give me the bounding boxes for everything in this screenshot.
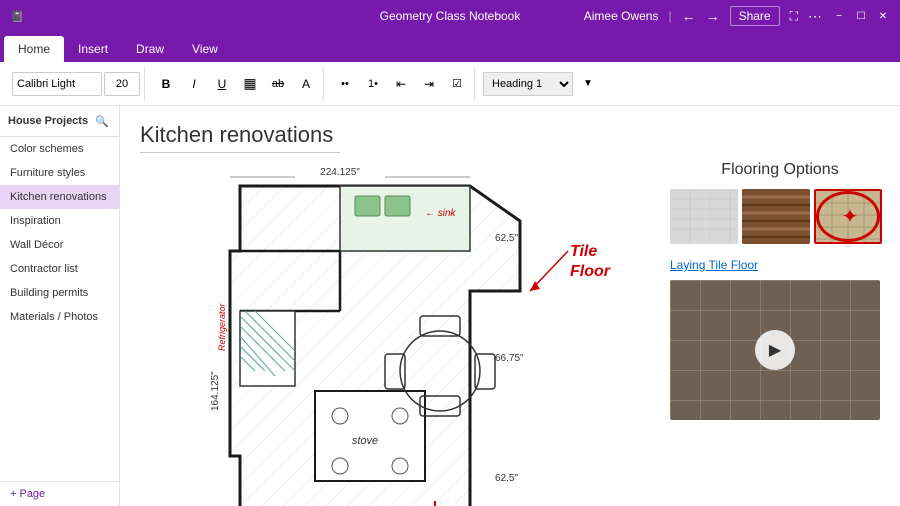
content-area: Kitchen renovations 224.125" 62.5" 66.75… bbox=[120, 106, 900, 506]
floor-marble[interactable] bbox=[670, 189, 738, 244]
maximize-btn[interactable]: ☐ bbox=[854, 9, 868, 23]
heading-group: Heading 1 Heading 2 Normal ▼ bbox=[479, 68, 605, 100]
main-layout: House Projects 🔍 Color schemes Furniture… bbox=[0, 106, 900, 506]
floor-tile[interactable]: ✦ bbox=[814, 189, 882, 244]
search-icon[interactable]: 🔍 bbox=[93, 112, 111, 130]
tab-draw[interactable]: Draw bbox=[122, 36, 178, 62]
add-page-btn[interactable]: + Page bbox=[0, 481, 119, 506]
floorplan-svg: 224.125" 62.5" 66.75" 62.5" 164.125" 224… bbox=[140, 161, 760, 506]
tab-home[interactable]: Home bbox=[4, 36, 64, 62]
video-thumbnail[interactable]: ▶ bbox=[670, 280, 880, 420]
sidebar: House Projects 🔍 Color schemes Furniture… bbox=[0, 106, 120, 506]
svg-text:Tile: Tile bbox=[570, 243, 597, 260]
sidebar-item-wall-decor[interactable]: Wall Décor bbox=[0, 233, 119, 257]
flooring-images: ✦ bbox=[670, 189, 890, 244]
svg-text:66.75": 66.75" bbox=[495, 353, 524, 364]
svg-text:224.125": 224.125" bbox=[320, 167, 360, 178]
tab-insert[interactable]: Insert bbox=[64, 36, 122, 62]
indent-decrease-btn[interactable]: ⇤ bbox=[388, 71, 414, 97]
page-title: Kitchen renovations bbox=[140, 122, 340, 153]
checkbox-btn[interactable]: ☑ bbox=[444, 71, 470, 97]
underline-btn[interactable]: U bbox=[209, 71, 235, 97]
play-button[interactable]: ▶ bbox=[755, 330, 795, 370]
sidebar-item-permits[interactable]: Building permits bbox=[0, 281, 119, 305]
font-group bbox=[8, 68, 145, 100]
tab-view[interactable]: View bbox=[178, 36, 232, 62]
expand-btn[interactable]: ⛶ bbox=[790, 9, 798, 24]
italic-btn[interactable]: I bbox=[181, 71, 207, 97]
user-name: Aimee Owens bbox=[584, 9, 659, 23]
svg-text:Floor: Floor bbox=[570, 263, 611, 280]
divider: | bbox=[668, 9, 671, 23]
minimize-btn[interactable]: − bbox=[832, 9, 846, 23]
highlight-btn[interactable]: ▦ bbox=[237, 71, 263, 97]
flooring-title: Flooring Options bbox=[670, 161, 890, 179]
indent-increase-btn[interactable]: ⇥ bbox=[416, 71, 442, 97]
svg-text:164.125": 164.125" bbox=[210, 371, 221, 411]
heading-select[interactable]: Heading 1 Heading 2 Normal bbox=[483, 72, 573, 96]
sidebar-header: House Projects 🔍 bbox=[0, 106, 119, 137]
fontcolor-btn[interactable]: A bbox=[293, 71, 319, 97]
window-controls: − ☐ ✕ bbox=[832, 9, 890, 23]
close-btn[interactable]: ✕ bbox=[876, 9, 890, 23]
svg-text:stove: stove bbox=[352, 435, 378, 447]
sidebar-item-materials[interactable]: Materials / Photos bbox=[0, 305, 119, 329]
forward-btn[interactable]: → bbox=[706, 8, 720, 24]
svg-text:← sink: ← sink bbox=[425, 208, 457, 219]
font-name-input[interactable] bbox=[12, 72, 102, 96]
floor-wood[interactable] bbox=[742, 189, 810, 244]
floorplan-area: 224.125" 62.5" 66.75" 62.5" 164.125" 224… bbox=[140, 161, 760, 506]
sidebar-item-furniture[interactable]: Furniture styles bbox=[0, 161, 119, 185]
svg-text:62.5": 62.5" bbox=[495, 473, 518, 484]
title-bar: 📓 Geometry Class Notebook Aimee Owens | … bbox=[0, 0, 900, 32]
right-panel: Flooring Options bbox=[670, 161, 890, 420]
strikethrough-btn[interactable]: ab bbox=[265, 71, 291, 97]
sidebar-item-color-schemes[interactable]: Color schemes bbox=[0, 137, 119, 161]
numbered-list-btn[interactable]: 1• bbox=[360, 71, 386, 97]
laying-tile-link[interactable]: Laying Tile Floor bbox=[670, 258, 890, 272]
sidebar-item-inspiration[interactable]: Inspiration bbox=[0, 209, 119, 233]
back-btn[interactable]: ← bbox=[682, 8, 696, 24]
format-group: B I U ▦ ab A bbox=[149, 68, 324, 100]
bullet-list-btn[interactable]: •• bbox=[332, 71, 358, 97]
toolbar: B I U ▦ ab A •• 1• ⇤ ⇥ ☑ Heading 1 Headi… bbox=[0, 62, 900, 106]
sidebar-title: House Projects bbox=[8, 115, 88, 127]
sidebar-item-kitchen[interactable]: Kitchen renovations bbox=[0, 185, 119, 209]
list-group: •• 1• ⇤ ⇥ ☑ bbox=[328, 68, 475, 100]
app-icon: 📓 bbox=[10, 10, 24, 23]
font-size-input[interactable] bbox=[104, 72, 140, 96]
heading-dropdown-btn[interactable]: ▼ bbox=[575, 71, 601, 97]
more-btn[interactable]: ⋯ bbox=[808, 8, 822, 25]
svg-text:Refrigerator: Refrigerator bbox=[217, 302, 227, 351]
ribbon-tabs: Home Insert Draw View bbox=[0, 32, 900, 62]
sidebar-item-contractor[interactable]: Contractor list bbox=[0, 257, 119, 281]
bold-btn[interactable]: B bbox=[153, 71, 179, 97]
video-overlay: ▶ bbox=[670, 280, 880, 420]
title-bar-right: Aimee Owens | ← → Share ⛶ ⋯ − ☐ ✕ bbox=[584, 6, 890, 26]
window-title: Geometry Class Notebook bbox=[380, 9, 521, 23]
share-btn[interactable]: Share bbox=[730, 6, 780, 26]
svg-text:✦: ✦ bbox=[842, 206, 859, 228]
sidebar-items: Color schemes Furniture styles Kitchen r… bbox=[0, 137, 119, 481]
